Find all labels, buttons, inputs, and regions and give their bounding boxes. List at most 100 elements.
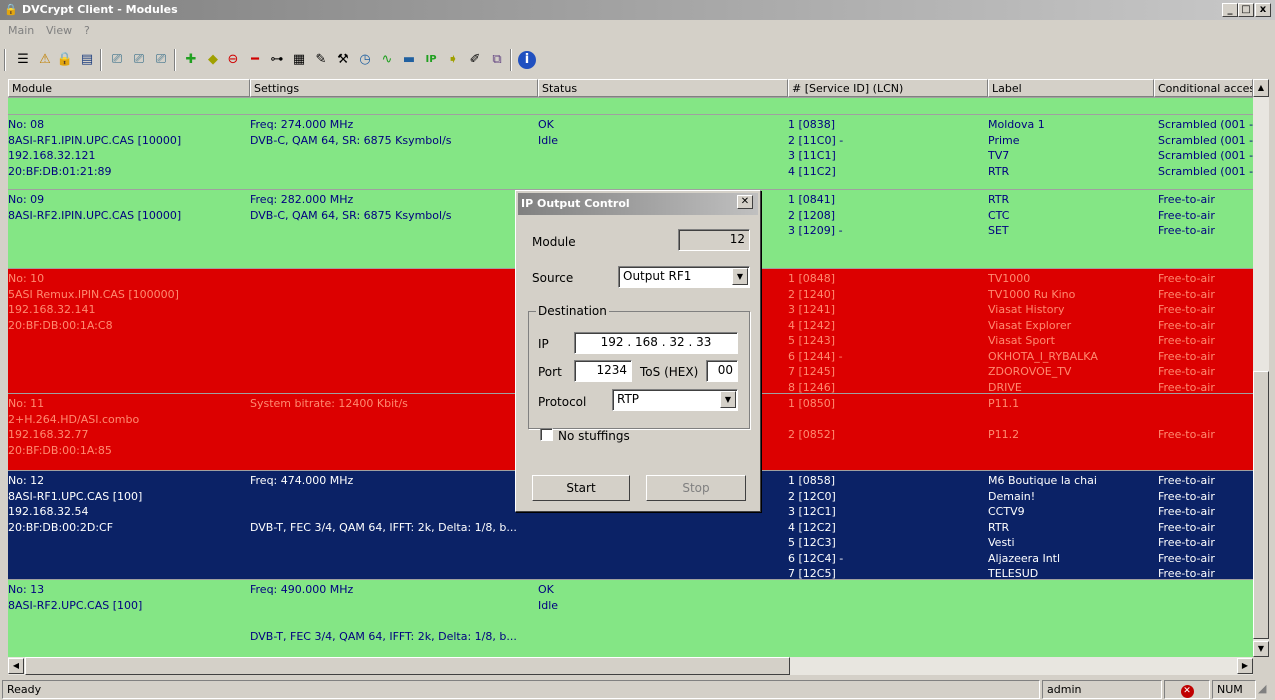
ip-octet[interactable]: 192	[601, 335, 624, 349]
label-cell-line: TV1000	[988, 272, 1031, 285]
dialog-title[interactable]: IP Output Control	[518, 193, 758, 215]
export-icon[interactable]: ➧	[444, 51, 462, 69]
copy-icon[interactable]: ⧉	[488, 51, 506, 69]
scroll-left-button[interactable]: ◀	[8, 658, 24, 674]
module-cell-line: No: 08	[8, 118, 45, 131]
scroll-down-button[interactable]: ▼	[1253, 641, 1269, 657]
monitor-icon[interactable]: ⎚	[152, 51, 170, 69]
column-module[interactable]: Module	[8, 79, 250, 97]
settings-cell-line: DVB-T, FEC 3/4, QAM 64, IFFT: 2k, Delta:…	[250, 629, 517, 643]
scroll-right-button[interactable]: ▶	[1237, 658, 1253, 674]
minus-icon[interactable]: ━	[246, 51, 264, 69]
window-title: DVCrypt Client - Modules	[22, 3, 178, 16]
diamond-icon[interactable]: ◆	[204, 51, 222, 69]
menu-help[interactable]: ?	[84, 24, 90, 37]
module-icon[interactable]: ▤	[78, 51, 96, 69]
ip-icon[interactable]: IP	[422, 51, 440, 69]
start-button[interactable]: Start	[532, 475, 630, 501]
ip-octet[interactable]: 168	[635, 335, 658, 349]
menu-view[interactable]: View	[46, 24, 72, 37]
ip-address-field[interactable]: 192 . 168 . 32 . 33	[574, 332, 738, 354]
remove-icon[interactable]: ⊖	[224, 51, 242, 69]
scrollbar-thumb[interactable]	[25, 657, 790, 675]
monitor-icon[interactable]: ⎚	[130, 51, 148, 69]
ca-cell-line: Scrambled (001 -	[1158, 164, 1253, 178]
tools-icon[interactable]: ⚒	[334, 51, 352, 69]
edit-icon[interactable]: ✎	[312, 51, 330, 69]
scrollbar-thumb[interactable]	[1253, 371, 1269, 639]
add-icon[interactable]: ✚	[182, 51, 200, 69]
lock-icon[interactable]: 🔒	[56, 51, 74, 69]
tos-field[interactable]: 00	[706, 360, 738, 382]
column-service-id[interactable]: # [Service ID] (LCN)	[788, 79, 988, 97]
column-settings[interactable]: Settings	[250, 79, 538, 97]
ip-octet[interactable]: 33	[696, 335, 711, 349]
signal-icon[interactable]: ∿	[378, 51, 396, 69]
tree-icon[interactable]: ⊶	[268, 51, 286, 69]
module-cell-line: No: 11	[8, 397, 45, 410]
service-cell-line: 8 [1246]	[788, 380, 836, 394]
display-icon[interactable]: ▬	[400, 51, 418, 69]
minimize-button[interactable]: _	[1222, 3, 1238, 17]
settings-cell: Freq: 274.000 MHz DVB-C, QAM 64, SR: 6875…	[250, 117, 535, 148]
ca-cell-line: Free-to-air	[1158, 428, 1215, 441]
table-row[interactable]: No: 08 8ASI-RF1.IPIN.UPC.CAS [10000] 192.1…	[8, 114, 1253, 189]
pencil-icon[interactable]: ✐	[466, 51, 484, 69]
column-label[interactable]: Label	[988, 79, 1154, 97]
menu-main[interactable]: Main	[8, 24, 34, 37]
no-stuffings-label[interactable]: No stuffings	[558, 429, 630, 443]
close-button[interactable]: x	[1255, 3, 1271, 17]
module-cell-line: No: 13	[8, 583, 45, 596]
horizontal-scrollbar[interactable]: ◀ ▶	[8, 657, 1253, 675]
service-cell-line: 3 [1209] -	[788, 224, 843, 237]
network-icon[interactable]: ⚠	[36, 51, 54, 69]
monitor-icon[interactable]: ⎚	[108, 51, 126, 69]
service-cell-line: 6 [1244] -	[788, 349, 843, 363]
module-cell-line: 8ASI-RF2.UPC.CAS [100]	[8, 598, 143, 612]
label-cell: P11.1 P11.2	[988, 396, 1153, 443]
resize-grip-icon[interactable]: ◢	[1258, 682, 1266, 695]
maximize-button[interactable]: □	[1238, 3, 1254, 17]
port-field[interactable]: 1234	[574, 360, 632, 382]
status-cell-line: Idle	[538, 598, 559, 612]
module-cell: No: 11 2+H.264.HD/ASI.combo 192.168.32.77 2…	[8, 396, 248, 458]
toolbar-separator	[4, 49, 6, 71]
service-cell-line: 1 [0841]	[788, 193, 836, 206]
module-cell-line: 192.168.32.54	[8, 505, 89, 518]
list-icon[interactable]: ☰	[14, 51, 32, 69]
ip-octet[interactable]: 32	[669, 335, 684, 349]
source-select[interactable]: Output RF1 ▼	[618, 266, 750, 288]
status-cell: OK Idle	[538, 117, 778, 148]
stop-button[interactable]: Stop	[646, 475, 746, 501]
title-bar[interactable]: 🔒 DVCrypt Client - Modules _ □ x	[0, 0, 1275, 20]
service-cell-line: 4 [12C2]	[788, 520, 836, 534]
info-icon[interactable]: i	[518, 51, 536, 69]
module-cell: No: 13 8ASI-RF2.UPC.CAS [100]	[8, 582, 248, 613]
calculator-icon[interactable]: ▦	[290, 51, 308, 69]
protocol-select[interactable]: RTP ▼	[612, 389, 738, 411]
settings-cell-line	[250, 613, 535, 629]
table-row[interactable]: No: 13 8ASI-RF2.UPC.CAS [100] Freq: 490.00…	[8, 579, 1253, 657]
service-cell-line: 3 [12C1]	[788, 505, 836, 518]
scroll-up-button[interactable]: ▲	[1253, 79, 1269, 97]
dialog-close-button[interactable]: ✕	[737, 195, 753, 209]
service-cell-line: 1 [0848]	[788, 272, 836, 285]
column-conditional-access[interactable]: Conditional acces	[1154, 79, 1253, 97]
tos-label: ToS (HEX)	[640, 365, 699, 379]
column-status[interactable]: Status	[538, 79, 788, 97]
label-cell-line: TV1000 Ru Kino	[988, 287, 1076, 301]
vertical-scrollbar[interactable]: ▼	[1253, 79, 1269, 657]
service-cell-line	[788, 412, 988, 428]
protocol-label: Protocol	[538, 395, 587, 409]
chevron-down-icon[interactable]: ▼	[732, 268, 748, 285]
service-cell-line: 2 [1208]	[788, 208, 836, 222]
label-cell: Moldova 1 Prime TV7 RTR	[988, 117, 1153, 179]
port-label: Port	[538, 365, 562, 379]
module-cell-line: No: 12	[8, 474, 45, 487]
table-row-partial[interactable]	[8, 97, 1253, 114]
no-stuffings-checkbox[interactable]	[540, 428, 553, 441]
chevron-down-icon[interactable]: ▼	[720, 391, 736, 408]
service-cell-line: 1 [0850]	[788, 397, 836, 410]
clock-icon[interactable]: ◷	[356, 51, 374, 69]
toolbar: ☰ ⚠ 🔒 ▤ ⎚ ⎚ ⎚ ✚ ◆ ⊖ ━ ⊶ ▦ ✎ ⚒ ◷ ∿ ▬ IP ➧…	[0, 41, 1275, 79]
